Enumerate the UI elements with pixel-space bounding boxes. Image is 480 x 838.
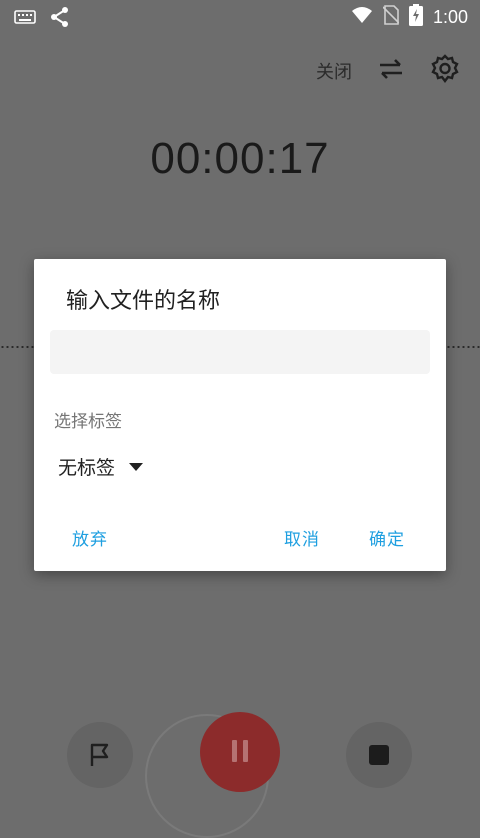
dropdown-arrow-icon — [129, 457, 144, 476]
confirm-button[interactable]: 确定 — [369, 525, 405, 550]
save-file-dialog: 输入文件的名称 选择标签 无标签 放弃 取消 确定 — [34, 259, 446, 571]
dialog-title: 输入文件的名称 — [66, 289, 221, 314]
pause-icon — [230, 740, 250, 762]
status-bar: 1:00 — [0, 0, 480, 32]
tag-selected-value: 无标签 — [58, 457, 116, 479]
elapsed-timer: 00:00:17 — [150, 134, 330, 183]
swap-icon[interactable] — [378, 58, 404, 84]
waveform-right — [446, 346, 480, 348]
top-actions: 关闭 — [316, 54, 460, 88]
tag-dropdown[interactable]: 无标签 — [58, 453, 144, 480]
battery-charging-icon — [408, 4, 423, 30]
cancel-button[interactable]: 取消 — [284, 525, 320, 550]
wifi-icon — [351, 6, 373, 28]
share-icon — [50, 6, 70, 32]
flag-button[interactable] — [67, 722, 133, 788]
tag-section-label: 选择标签 — [54, 412, 122, 432]
stop-button[interactable] — [346, 722, 412, 788]
pause-button[interactable] — [200, 712, 280, 792]
status-time: 1:00 — [432, 6, 468, 27]
keyboard-icon — [14, 9, 36, 29]
no-sim-icon — [382, 5, 400, 29]
file-name-input[interactable] — [50, 330, 430, 374]
discard-button[interactable]: 放弃 — [72, 525, 108, 550]
close-button[interactable]: 关闭 — [316, 58, 352, 84]
flag-icon — [89, 742, 111, 772]
stop-icon — [369, 745, 389, 765]
settings-gear-icon[interactable] — [430, 54, 460, 88]
